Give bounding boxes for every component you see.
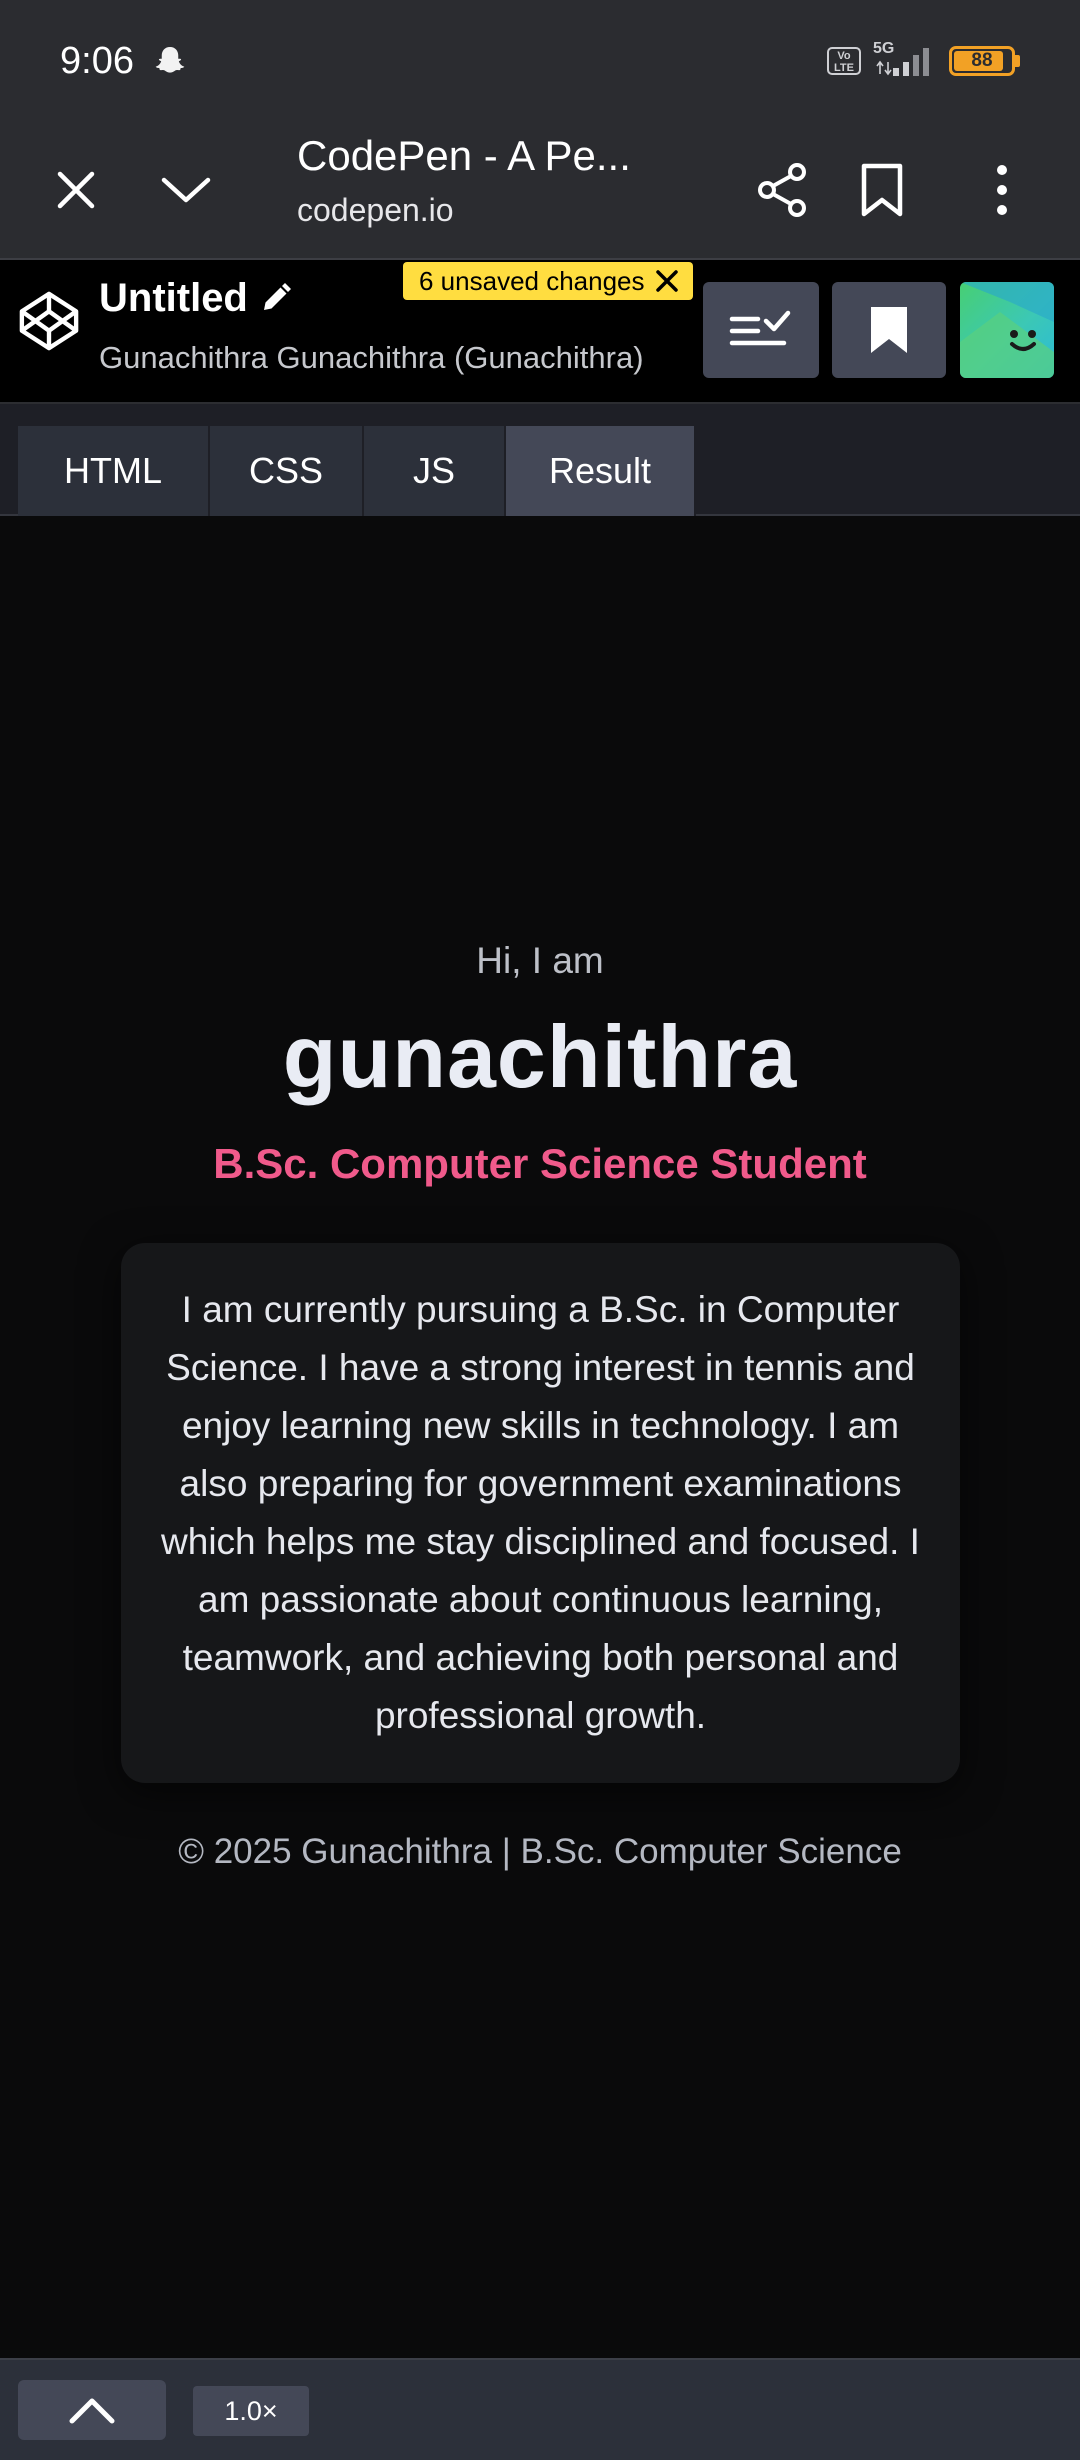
save-pen-button[interactable]	[832, 282, 946, 378]
battery-level: 88	[971, 50, 993, 71]
volte-icon: Vo LTE	[827, 47, 861, 75]
editor-tabs: HTML CSS JS Result	[0, 404, 1080, 516]
snapchat-ghost-icon	[155, 47, 185, 73]
change-view-button[interactable]	[703, 282, 819, 378]
avatar[interactable]	[960, 282, 1054, 378]
more-options-button[interactable]	[962, 150, 1042, 230]
profile-name: gunachithra	[282, 1007, 798, 1106]
more-vert-icon	[997, 165, 1007, 215]
tab-js[interactable]: JS	[364, 426, 506, 516]
pencil-icon[interactable]	[258, 280, 294, 316]
chevron-down-icon	[161, 177, 211, 203]
bookmark-icon	[871, 307, 907, 353]
share-icon	[758, 163, 806, 217]
pen-author[interactable]: Gunachithra Gunachithra (Gunachithra)	[99, 340, 644, 376]
browser-toolbar: CodePen - A Pe... codepen.io	[0, 120, 1080, 260]
about-text: I am currently pursuing a B.Sc. in Compu…	[161, 1289, 920, 1736]
console-toggle-button[interactable]	[18, 2380, 166, 2440]
page-title: CodePen - A Pe...	[297, 132, 631, 179]
unsaved-changes-label: 6 unsaved changes	[419, 265, 645, 296]
layout-icon	[729, 310, 791, 346]
bookmark-page-button[interactable]	[842, 150, 922, 230]
tab-result[interactable]: Result	[506, 426, 696, 516]
battery-icon: 88	[949, 46, 1020, 76]
bottom-bar: 1.0×	[0, 2358, 1080, 2460]
tab-css[interactable]: CSS	[210, 426, 364, 516]
status-bar: 9:06 Vo LTE 5G 88	[0, 0, 1080, 120]
tab-label: JS	[412, 450, 455, 491]
minimize-button[interactable]	[146, 150, 226, 230]
bookmark-icon	[861, 163, 903, 217]
unsaved-changes-badge[interactable]: 6 unsaved changes	[403, 262, 693, 300]
tab-label: Result	[548, 450, 652, 491]
codepen-header: Untitled Gunachithra Gunachithra (Gunach…	[0, 260, 1080, 404]
close-tab-button[interactable]	[36, 150, 116, 230]
profile-subtitle: B.Sc. Computer Science Student	[213, 1140, 867, 1187]
chevron-up-icon	[69, 2398, 115, 2424]
tab-html[interactable]: HTML	[18, 426, 210, 516]
codepen-logo-icon[interactable]	[18, 290, 80, 352]
zoom-button[interactable]: 1.0×	[193, 2386, 309, 2436]
about-card: I am currently pursuing a B.Sc. in Compu…	[121, 1243, 960, 1783]
greeting-text: Hi, I am	[476, 940, 604, 981]
status-icons: Vo LTE 5G 88	[827, 40, 1020, 78]
result-preview: Hi, I am gunachithra B.Sc. Computer Scie…	[0, 516, 1080, 2358]
status-time: 9:06	[60, 40, 134, 82]
pen-title[interactable]: Untitled	[99, 276, 248, 321]
tab-label: HTML	[64, 450, 162, 491]
signal-icon: 5G	[873, 40, 937, 78]
page-footer: © 2025 Gunachithra | B.Sc. Computer Scie…	[178, 1832, 902, 1871]
close-icon	[57, 171, 95, 209]
tab-label: CSS	[248, 450, 324, 491]
page-url: codepen.io	[297, 192, 454, 228]
close-icon[interactable]	[655, 269, 679, 293]
share-button[interactable]	[743, 150, 823, 230]
